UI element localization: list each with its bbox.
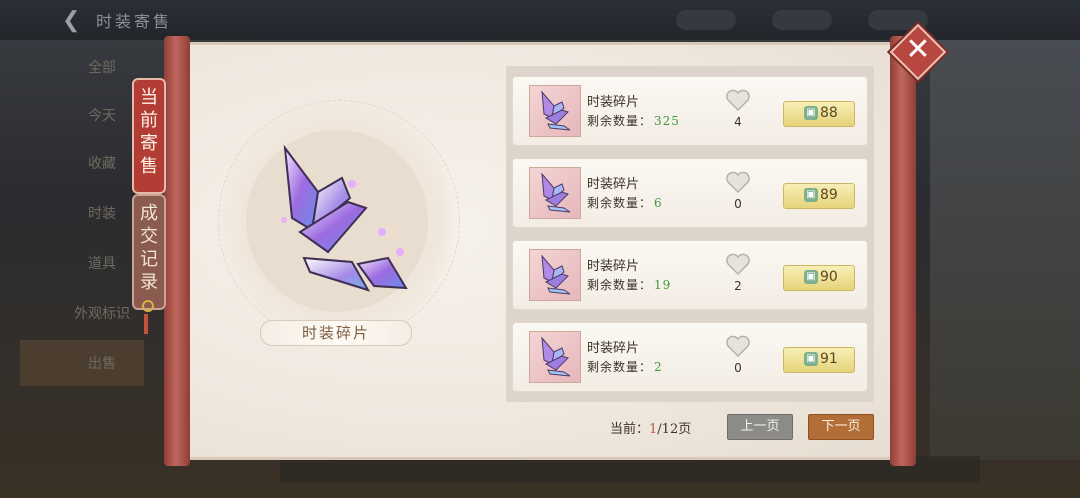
crystal-fragment-illustration bbox=[281, 144, 408, 292]
heart-icon[interactable] bbox=[725, 89, 751, 111]
heart-icon[interactable] bbox=[725, 171, 751, 193]
background-sidebar-item: 出售 bbox=[88, 356, 116, 372]
background-sidebar-item: 收藏 bbox=[88, 156, 116, 172]
item-name: 时装碎片 bbox=[587, 259, 640, 274]
background-sidebar-item: 时装 bbox=[88, 206, 116, 222]
tab-transaction-history[interactable]: 成交记录 bbox=[132, 194, 166, 310]
prev-page-button[interactable]: 上一页 bbox=[727, 414, 793, 440]
scroll-rod-left bbox=[164, 36, 190, 466]
like-count: 0 bbox=[734, 361, 742, 375]
close-icon[interactable]: ✕ bbox=[898, 30, 938, 70]
price-value: 89 bbox=[820, 187, 838, 203]
item-thumbnail bbox=[529, 249, 581, 301]
like-count: 4 bbox=[734, 115, 742, 129]
background-title: 时装寄售 bbox=[96, 12, 173, 31]
background-sidebar-item: 外观标识 bbox=[74, 306, 130, 322]
price-value: 91 bbox=[820, 351, 838, 367]
buy-button[interactable]: ▣ 88 bbox=[783, 101, 855, 127]
listing-row[interactable]: 时装碎片 剩余数量： 6 0 ▣ 89 bbox=[512, 158, 868, 228]
listing-row[interactable]: 时装碎片 剩余数量： 2 0 ▣ 91 bbox=[512, 322, 868, 392]
remaining-quantity: 剩余数量： 2 bbox=[587, 360, 663, 374]
back-arrow-icon: ❮ bbox=[62, 8, 81, 33]
background-sidebar-item: 今天 bbox=[88, 108, 116, 124]
preview-item-name: 时装碎片 bbox=[260, 320, 412, 346]
tab-current-consignment[interactable]: 当前寄售 bbox=[132, 78, 166, 194]
like-count: 2 bbox=[734, 279, 742, 293]
item-thumbnail bbox=[529, 167, 581, 219]
resource-badge bbox=[772, 10, 832, 30]
item-name: 时装碎片 bbox=[587, 341, 640, 356]
remaining-quantity: 剩余数量： 6 bbox=[587, 196, 663, 210]
background-sidebar-item: 全部 bbox=[88, 60, 116, 76]
coin-icon: ▣ bbox=[804, 188, 818, 202]
heart-icon[interactable] bbox=[725, 335, 751, 357]
price-value: 88 bbox=[820, 105, 838, 121]
scroll-rod-right bbox=[890, 36, 916, 466]
listing-row[interactable]: 时装碎片 剩余数量： 19 2 ▣ 90 bbox=[512, 240, 868, 310]
item-thumbnail bbox=[529, 331, 581, 383]
heart-icon[interactable] bbox=[725, 253, 751, 275]
price-value: 90 bbox=[820, 269, 838, 285]
remaining-quantity: 剩余数量： 325 bbox=[587, 114, 680, 128]
page-indicator: 当前：1/12页 bbox=[610, 422, 692, 437]
coin-icon: ▣ bbox=[804, 106, 818, 120]
item-thumbnail bbox=[529, 85, 581, 137]
next-page-button[interactable]: 下一页 bbox=[808, 414, 874, 440]
buy-button[interactable]: ▣ 91 bbox=[783, 347, 855, 373]
background-sidebar-item: 道具 bbox=[88, 256, 116, 272]
buy-button[interactable]: ▣ 90 bbox=[783, 265, 855, 291]
tassel-ornament bbox=[142, 300, 154, 340]
like-count: 0 bbox=[734, 197, 742, 211]
remaining-quantity: 剩余数量： 19 bbox=[587, 278, 672, 292]
item-name: 时装碎片 bbox=[587, 95, 640, 110]
item-name: 时装碎片 bbox=[587, 177, 640, 192]
resource-badge bbox=[676, 10, 736, 30]
buy-button[interactable]: ▣ 89 bbox=[783, 183, 855, 209]
coin-icon: ▣ bbox=[804, 352, 818, 366]
background-right-scene bbox=[930, 40, 1080, 460]
coin-icon: ▣ bbox=[804, 270, 818, 284]
listing-row[interactable]: 时装碎片 剩余数量： 325 4 ▣ 88 bbox=[512, 76, 868, 146]
